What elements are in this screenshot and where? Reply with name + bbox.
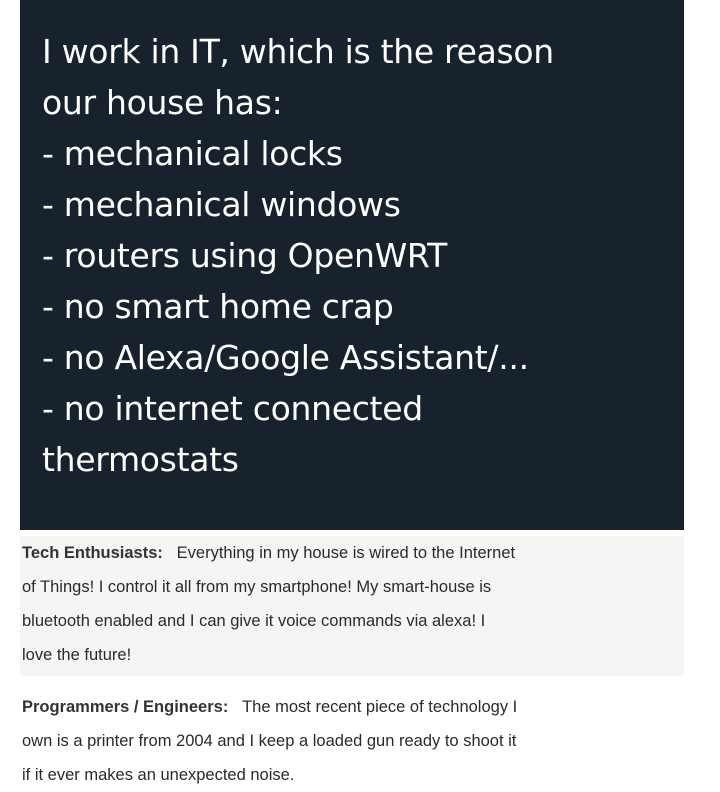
programmers-line: if it ever makes an unexpected noise. <box>22 766 295 784</box>
post-line: - no internet connected <box>42 389 423 428</box>
post-line: - no smart home crap <box>42 287 394 326</box>
tech-line-first: Tech Enthusiasts: Everything in my house… <box>22 536 684 570</box>
post-line: our house has: <box>42 83 283 122</box>
programmers-line: own is a printer from 2004 and I keep a … <box>22 732 517 750</box>
tech-line: of Things! I control it all from my smar… <box>22 578 492 596</box>
tech-line: Everything in my house is wired to the I… <box>176 544 516 562</box>
post-line: - routers using OpenWRT <box>42 236 448 275</box>
tech-line: love the future! <box>22 646 132 664</box>
post-line: - mechanical locks <box>42 134 343 173</box>
post-line: - mechanical windows <box>42 185 401 224</box>
programmers-label: Programmers / Engineers: <box>22 698 229 716</box>
post-line: - no Alexa/Google Assistant/... <box>42 338 529 377</box>
programmers-line: The most recent piece of technology I <box>242 698 518 716</box>
it-post-panel: I work in IT, which is the reason our ho… <box>20 0 684 530</box>
programmers-line-first: Programmers / Engineers: The most recent… <box>22 690 684 724</box>
post-line: I work in IT, which is the reason <box>42 32 554 71</box>
tech-enthusiasts-label: Tech Enthusiasts: <box>22 544 163 562</box>
programmers-block: Programmers / Engineers: The most recent… <box>20 690 684 784</box>
post-line: thermostats <box>42 440 239 479</box>
tech-enthusiasts-block: Tech Enthusiasts: Everything in my house… <box>20 536 684 676</box>
tech-line: bluetooth enabled and I can give it voic… <box>22 612 486 630</box>
